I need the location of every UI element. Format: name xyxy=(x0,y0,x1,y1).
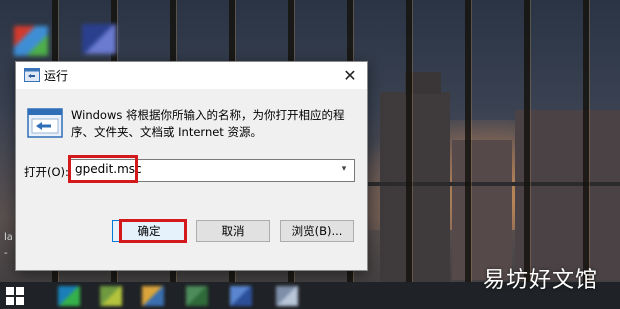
desktop-app-icon[interactable] xyxy=(14,26,48,56)
watermark: 易坊好文馆 xyxy=(482,268,598,293)
desktop-icon-label: la xyxy=(4,232,13,243)
taskbar-app-icon[interactable] xyxy=(58,286,80,306)
close-button[interactable]: ✕ xyxy=(333,62,367,89)
taskbar-app-icon[interactable] xyxy=(100,286,122,306)
windows-start-icon[interactable] xyxy=(6,287,24,305)
annotation-highlight-ok xyxy=(119,219,187,243)
title-bar[interactable]: 运行 ✕ xyxy=(16,62,367,89)
run-dialog: 运行 ✕ Windows 将根据你所输入的名称，为你打开相应的程序、文件夹、文档… xyxy=(15,61,368,271)
taskbar-app-icon[interactable] xyxy=(230,286,252,306)
close-icon: ✕ xyxy=(343,66,357,85)
taskbar-app-icon[interactable] xyxy=(142,286,164,306)
dialog-title: 运行 xyxy=(44,69,69,83)
taskbar-app-icon[interactable] xyxy=(276,286,298,306)
desktop-screen: la - 运行 ✕ Windows 将根据你所输入的名称，为你打开相应的程序、文… xyxy=(0,0,620,309)
desktop-icon-label: - xyxy=(4,248,8,259)
browse-button[interactable]: 浏览(B)... xyxy=(280,220,354,242)
taskbar-app-icon[interactable] xyxy=(186,286,208,306)
button-area: 确定 取消 浏览(B)... xyxy=(16,204,367,270)
dialog-description: Windows 将根据你所输入的名称，为你打开相应的程序、文件夹、文档或 Int… xyxy=(71,108,345,139)
cancel-button[interactable]: 取消 xyxy=(196,220,270,242)
run-dialog-icon xyxy=(27,108,63,138)
run-dialog-icon xyxy=(24,68,40,82)
annotation-highlight-input xyxy=(68,155,138,183)
open-label: 打开(O): xyxy=(24,165,69,179)
chevron-down-icon[interactable]: ▾ xyxy=(338,162,350,176)
desktop-app-icon[interactable] xyxy=(82,24,116,54)
